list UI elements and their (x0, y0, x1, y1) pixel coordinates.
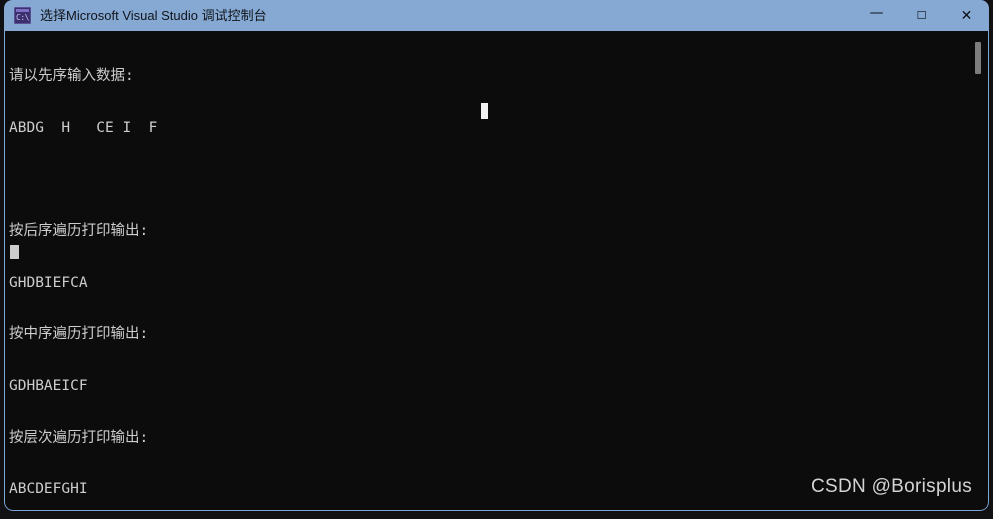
console-window: C:\ 选择Microsoft Visual Studio 调试控制台 — ☐ … (4, 0, 989, 511)
console-line: 按中序遍历打印输出: (9, 326, 149, 343)
text-caret (10, 245, 19, 259)
console-line: ABDG H CE I F (9, 120, 158, 136)
window-title: 选择Microsoft Visual Studio 调试控制台 (40, 8, 267, 23)
desktop-background: C:\ 选择Microsoft Visual Studio 调试控制台 — ☐ … (0, 0, 993, 519)
mouse-ibeam-cursor (481, 103, 488, 119)
console-line: GHDBIEFCA (9, 274, 88, 291)
console-line: 请以先序输入数据: (9, 68, 134, 85)
minimize-button[interactable]: — (854, 0, 899, 31)
window-controls: — ☐ ✕ (854, 0, 989, 31)
title-bar[interactable]: C:\ 选择Microsoft Visual Studio 调试控制台 — ☐ … (4, 0, 989, 31)
console-line: 按后序遍历打印输出: (9, 223, 149, 240)
console-output-area[interactable]: 请以先序输入数据: ABDG H CE I F 按后序遍历打印输出: GHDBI… (4, 31, 989, 511)
vertical-scrollbar[interactable] (970, 31, 987, 509)
minimize-icon: — (869, 4, 884, 21)
console-app-icon: C:\ (14, 7, 31, 24)
close-button[interactable]: ✕ (944, 0, 989, 31)
maximize-button[interactable]: ☐ (899, 0, 944, 31)
console-icon-glyph: C:\ (16, 13, 29, 22)
console-line: 按层次遍历打印输出: (9, 429, 149, 446)
watermark-text: CSDN @Borisplus (810, 476, 972, 497)
maximize-icon: ☐ (916, 9, 927, 22)
scrollbar-thumb[interactable] (975, 42, 981, 74)
close-icon: ✕ (960, 7, 973, 24)
console-text-block: 请以先序输入数据: ABDG H CE I F 按后序遍历打印输出: GHDBI… (9, 34, 988, 510)
console-line: GDHBAEICF (9, 377, 88, 394)
